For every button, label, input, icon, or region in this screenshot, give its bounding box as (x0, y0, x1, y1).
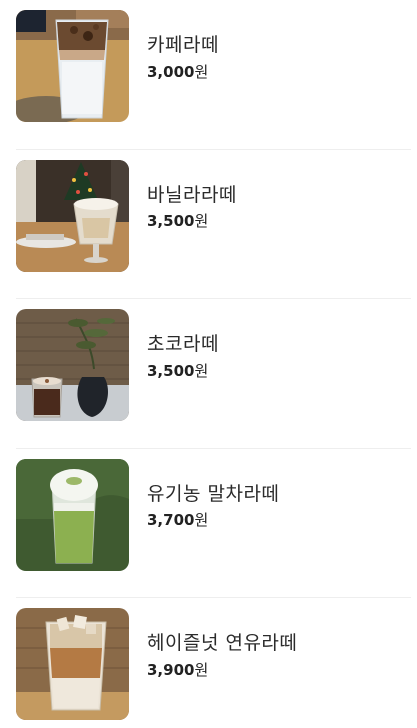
item-price: 3,500원 (147, 212, 237, 230)
matcha-latte-photo[interactable] (16, 458, 129, 571)
cafe-latte-photo[interactable] (16, 10, 129, 122)
item-price: 3,500원 (147, 362, 219, 380)
price-unit: 원 (194, 62, 209, 81)
price-unit: 원 (194, 660, 209, 679)
item-info: 카페라떼 3,000원 (147, 10, 219, 81)
item-price: 3,700원 (147, 511, 279, 529)
item-info: 유기농 말차라떼 3,700원 (147, 459, 279, 530)
price-amount: 3,500 (147, 212, 195, 231)
menu-item[interactable]: 바닐라라떼 3,500원 (16, 150, 417, 299)
menu-list: 카페라떼 3,000원 바닐라라떼 3,500원 초코라떼 3,500원 유기농… (0, 0, 417, 728)
item-name: 헤이즐넛 연유라떼 (147, 632, 298, 654)
item-name: 초코라떼 (147, 333, 219, 355)
price-amount: 3,700 (147, 511, 195, 530)
item-info: 헤이즐넛 연유라떼 3,900원 (147, 608, 297, 679)
price-amount: 3,000 (147, 62, 195, 81)
menu-item[interactable]: 카페라떼 3,000원 (16, 0, 417, 150)
item-name: 유기농 말차라떼 (147, 482, 280, 505)
menu-item[interactable]: 초코라떼 3,500원 (16, 299, 417, 449)
choco-latte-photo[interactable] (16, 309, 129, 421)
item-info: 초코라떼 3,500원 (147, 309, 219, 380)
vanilla-latte-photo[interactable] (16, 159, 129, 272)
price-unit: 원 (194, 212, 209, 231)
item-price: 3,000원 (147, 63, 219, 81)
item-price: 3,900원 (147, 661, 297, 679)
menu-item[interactable]: 유기농 말차라떼 3,700원 (16, 449, 417, 598)
price-amount: 3,500 (147, 361, 195, 380)
item-info: 바닐라라떼 3,500원 (147, 160, 237, 231)
menu-item[interactable]: 헤이즐넛 연유라떼 3,900원 (16, 598, 417, 728)
price-amount: 3,900 (147, 660, 195, 679)
hazelnut-condensed-milk-latte-photo[interactable] (16, 608, 129, 720)
item-name: 바닐라라떼 (147, 183, 237, 206)
price-unit: 원 (194, 511, 209, 530)
price-unit: 원 (194, 361, 209, 380)
item-name: 카페라떼 (147, 34, 219, 56)
